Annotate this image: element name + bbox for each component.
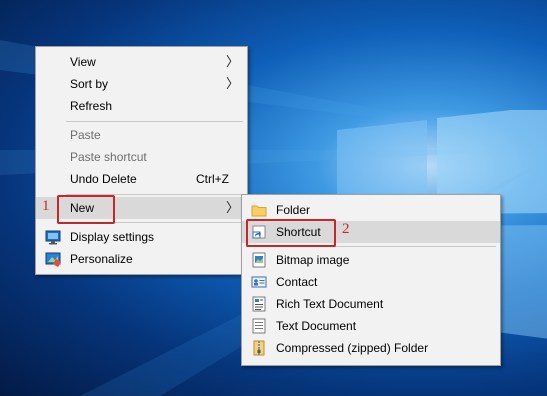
display-settings-icon — [45, 230, 61, 245]
submenu-item-folder[interactable]: Folder — [242, 199, 500, 221]
menu-item-label: Display settings — [70, 230, 155, 244]
submenu-item-label: Compressed (zipped) Folder — [276, 341, 429, 355]
menu-item-view[interactable]: View 〉 — [36, 51, 247, 73]
zip-folder-icon — [253, 340, 265, 356]
step-2-highlight-box — [246, 219, 336, 247]
submenu-item-label: Folder — [276, 203, 311, 217]
submenu-item-compressed-folder[interactable]: Compressed (zipped) Folder — [242, 337, 500, 359]
menu-separator — [66, 121, 243, 122]
folder-icon — [251, 205, 267, 217]
menu-item-label: Refresh — [70, 99, 113, 113]
menu-item-label: Personalize — [70, 252, 133, 266]
menu-item-sort-by[interactable]: Sort by 〉 — [36, 73, 247, 95]
submenu-item-label: Contact — [276, 275, 318, 289]
menu-item-paste[interactable]: Paste — [36, 124, 247, 146]
submenu-item-label: Bitmap image — [276, 253, 350, 267]
submenu-item-text-document[interactable]: Text Document — [242, 315, 500, 337]
chevron-right-icon: 〉 — [225, 200, 239, 215]
submenu-item-label: Rich Text Document — [276, 297, 384, 311]
submenu-item-contact[interactable]: Contact — [242, 271, 500, 293]
submenu-item-rich-text-document[interactable]: Rich Text Document — [242, 293, 500, 315]
menu-item-label: Paste — [70, 128, 101, 142]
chevron-right-icon: 〉 — [225, 54, 239, 69]
menu-item-label: Paste shortcut — [70, 150, 147, 164]
text-document-icon — [252, 318, 266, 334]
bitmap-icon — [252, 252, 266, 268]
personalize-icon — [45, 252, 61, 267]
menu-item-label: Undo Delete — [70, 172, 137, 186]
menu-item-undo-delete[interactable]: Undo Delete Ctrl+Z — [36, 168, 247, 190]
rich-text-icon — [252, 296, 266, 312]
step-number-1: 1 — [42, 198, 50, 214]
menu-item-paste-shortcut[interactable]: Paste shortcut — [36, 146, 247, 168]
step-number-2: 2 — [342, 221, 350, 237]
menu-item-label: Sort by — [70, 77, 109, 91]
chevron-right-icon: 〉 — [225, 76, 239, 91]
submenu-item-bitmap-image[interactable]: Bitmap image — [242, 249, 500, 271]
contact-icon — [251, 276, 267, 288]
step-1-highlight-box — [57, 195, 115, 224]
menu-item-personalize[interactable]: Personalize — [36, 248, 247, 270]
submenu-item-label: Text Document — [276, 319, 357, 333]
menu-item-display-settings[interactable]: Display settings — [36, 226, 247, 248]
menu-item-refresh[interactable]: Refresh — [36, 95, 247, 117]
desktop-context-menu: View 〉 Sort by 〉 Refresh Paste Paste sho… — [35, 46, 248, 275]
keyboard-shortcut: Ctrl+Z — [196, 172, 229, 186]
menu-item-label: View — [70, 55, 96, 69]
